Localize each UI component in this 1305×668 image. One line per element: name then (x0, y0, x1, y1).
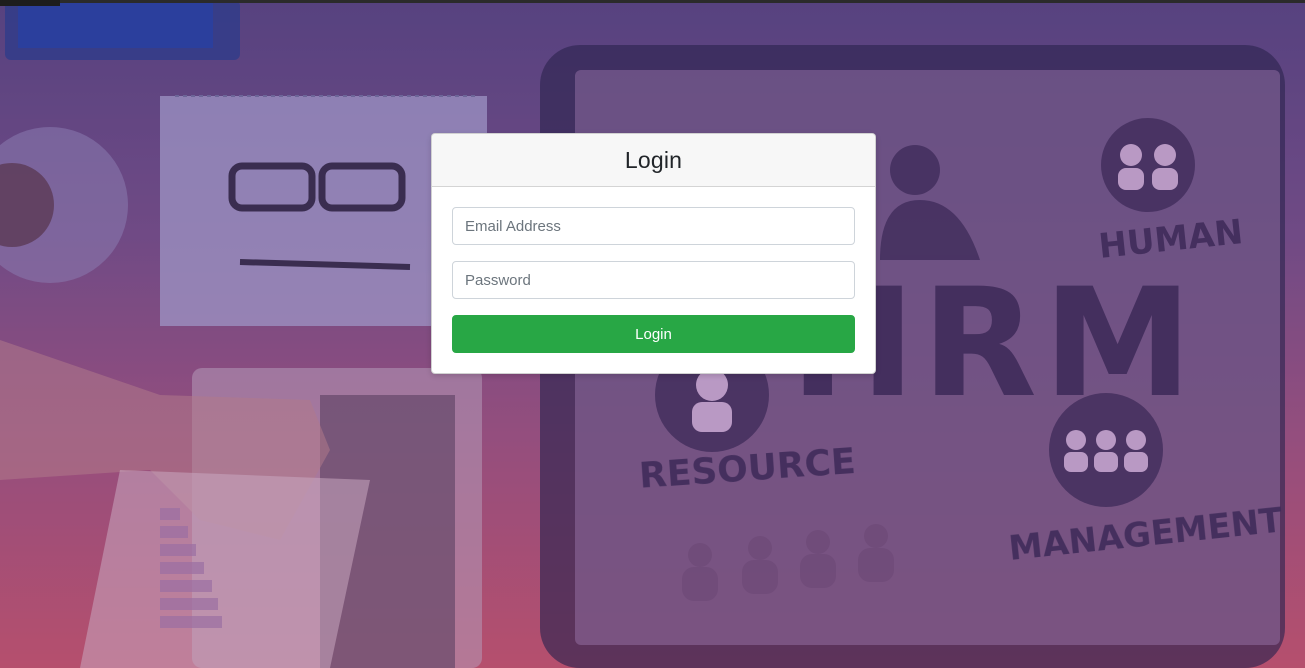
login-card: Login Login (431, 133, 876, 374)
login-title: Login (624, 146, 683, 173)
password-field[interactable] (452, 261, 855, 299)
login-form: Login (432, 187, 875, 353)
window-corner (0, 0, 60, 6)
login-card-header: Login (432, 134, 875, 187)
login-button[interactable]: Login (452, 315, 855, 353)
window-top-border (0, 0, 1305, 3)
email-field[interactable] (452, 207, 855, 245)
